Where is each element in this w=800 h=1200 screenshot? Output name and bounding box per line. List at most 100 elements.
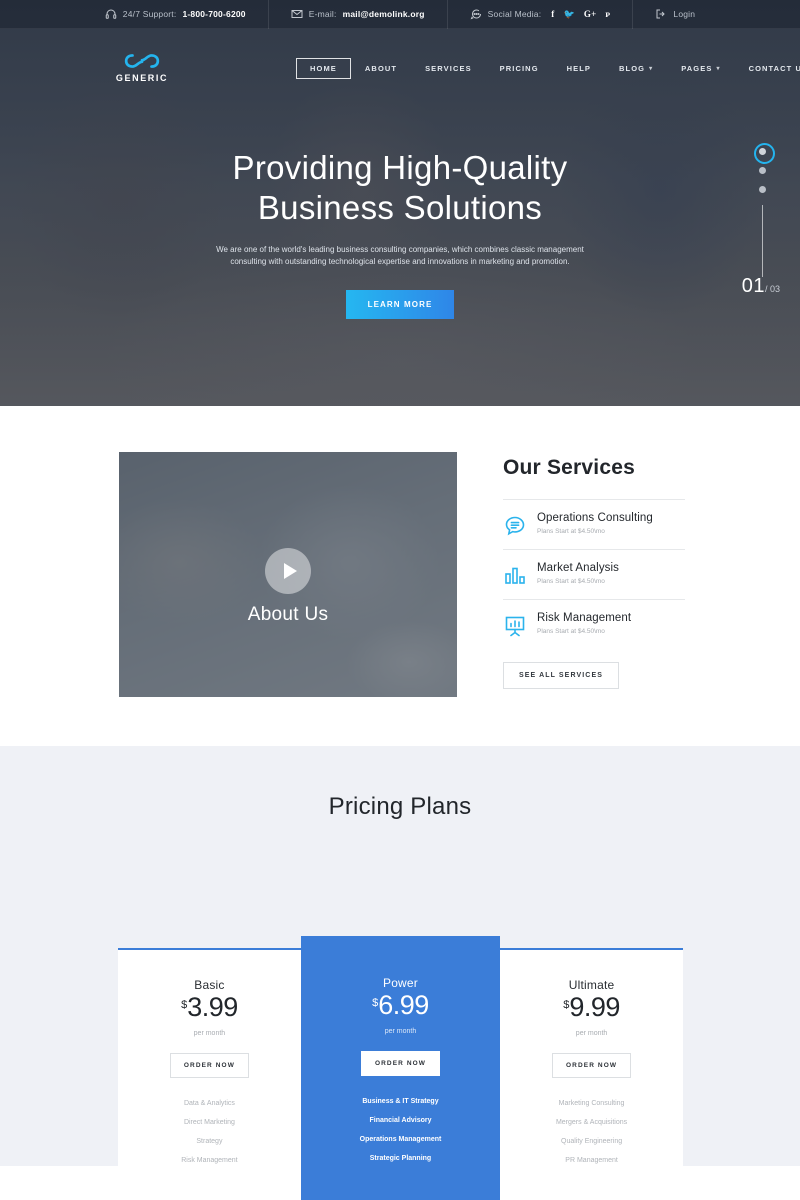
plan-currency: $ [563, 998, 570, 1011]
nav-label: PAGES [681, 64, 713, 73]
service-name: Market Analysis [537, 562, 620, 574]
about-us-video-card[interactable]: About Us [119, 452, 457, 697]
facebook-icon[interactable]: f [551, 9, 554, 19]
login-label: Login [673, 9, 696, 19]
presentation-board-icon [503, 614, 527, 638]
page-root: 24/7 Support: 1-800-700-6200 E-mail: mai… [0, 0, 800, 1200]
services-title: Our Services [503, 456, 635, 479]
chat-bubble-icon [503, 514, 527, 538]
plan-price: $3.99 [132, 994, 287, 1021]
pinterest-icon[interactable]: ᴩ [605, 9, 610, 19]
nav-item-blog[interactable]: BLOG ▾ [605, 58, 667, 79]
chevron-down-icon: ▾ [649, 66, 654, 72]
see-all-services-button[interactable]: SEE ALL SERVICES [503, 662, 619, 689]
plan-price: $6.99 [315, 992, 486, 1019]
services-section: About Us Our Services Operations Consult… [0, 406, 800, 884]
plan-period: per month [384, 1028, 417, 1035]
plan-feature: Data & Analytics [183, 1100, 235, 1107]
slider-dot-3[interactable] [759, 186, 766, 193]
plan-feature: Marketing Consulting [558, 1100, 625, 1107]
service-subtitle: Plans Start at $4.50\mo [537, 578, 605, 585]
service-item-risk-management[interactable]: Risk Management Plans Start at $4.50\mo [503, 599, 685, 649]
pricing-card-ultimate: Ultimate $9.99 per month ORDER NOW Marke… [500, 948, 683, 1200]
service-subtitle: Plans Start at $4.50\mo [537, 528, 605, 535]
pricing-plans: Basic $3.99 per month ORDER NOW Data & A… [118, 936, 683, 1200]
nav-item-services[interactable]: SERVICES [411, 58, 486, 79]
learn-more-button[interactable]: LEARN MORE [345, 290, 455, 319]
support-label: 24/7 Support: [122, 9, 177, 19]
play-icon [283, 563, 297, 579]
slider-progress-line [762, 205, 763, 277]
slide-current: 01 [741, 275, 765, 297]
service-item-operations-consulting[interactable]: Operations Consulting Plans Start at $4.… [503, 499, 685, 549]
headphones-icon [105, 8, 117, 20]
google-plus-icon[interactable]: G+ [584, 9, 597, 19]
play-button[interactable] [265, 548, 311, 594]
services-column: Our Services Operations Consulting Plans… [503, 456, 685, 689]
plan-name: Basic [194, 978, 225, 992]
plan-amount: 9.99 [569, 992, 620, 1022]
plan-feature: Direct Marketing [183, 1119, 235, 1126]
main-navigation: HOME ABOUT SERVICES PRICING HELP BLOG ▾ … [296, 58, 800, 79]
infinity-logo-icon [123, 50, 161, 72]
nav-label: PRICING [499, 64, 539, 73]
email-info: E-mail: mail@demolink.org [267, 0, 447, 29]
plan-amount: 3.99 [187, 992, 238, 1022]
pricing-section: Pricing Plans Basic $3.99 per month ORDE… [0, 746, 800, 1200]
support-info: 24/7 Support: 1-800-700-6200 [83, 0, 268, 29]
nav-label: HOME [310, 64, 337, 73]
nav-item-home[interactable]: HOME [296, 58, 351, 79]
plan-feature: Quality Engineering [561, 1138, 623, 1145]
plan-amount: 6.99 [378, 990, 429, 1020]
plan-features: Marketing Consulting Mergers & Acquisiti… [514, 1094, 669, 1170]
pricing-card-power: Power $6.99 per month ORDER NOW Business… [300, 936, 501, 1200]
top-utility-bar: 24/7 Support: 1-800-700-6200 E-mail: mai… [0, 0, 800, 29]
email-address[interactable]: mail@demolink.org [343, 9, 425, 19]
order-now-button[interactable]: ORDER NOW [552, 1053, 632, 1078]
services-list: Operations Consulting Plans Start at $4.… [503, 499, 685, 649]
nav-item-pages[interactable]: PAGES ▾ [667, 58, 734, 79]
plan-feature: Mergers & Acquisitions [555, 1119, 628, 1126]
support-phone[interactable]: 1-800-700-6200 [182, 9, 245, 19]
twitter-icon[interactable]: 🐦 [563, 9, 574, 19]
service-name: Risk Management [537, 612, 632, 624]
plan-feature: Financial Advisory [369, 1117, 432, 1124]
plan-name: Power [382, 976, 418, 990]
nav-item-about[interactable]: ABOUT [351, 58, 411, 79]
brand-name: GENERIC [115, 73, 169, 83]
plan-feature: Operations Management [359, 1136, 442, 1143]
slider-pagination [754, 143, 775, 277]
slider-dot-2[interactable] [759, 167, 766, 174]
bar-chart-icon [503, 564, 527, 588]
nav-label: ABOUT [364, 64, 398, 73]
slider-counter: 01/ 03 [742, 275, 780, 298]
hero-subtitle: We are one of the world's leading busine… [216, 245, 584, 266]
order-now-button[interactable]: ORDER NOW [360, 1051, 441, 1076]
plan-feature: Strategy [196, 1138, 223, 1145]
pricing-card-basic: Basic $3.99 per month ORDER NOW Data & A… [118, 948, 301, 1200]
slider-dot-1[interactable] [754, 143, 775, 164]
order-now-button[interactable]: ORDER NOW [169, 1053, 249, 1078]
nav-item-contact-us[interactable]: CONTACT US [735, 58, 800, 79]
chat-bubble-icon [470, 8, 482, 20]
pricing-title: Pricing Plans [328, 793, 472, 820]
hero-section: 24/7 Support: 1-800-700-6200 E-mail: mai… [0, 0, 800, 406]
plan-features: Business & IT Strategy Financial Advisor… [315, 1092, 486, 1168]
hero-title-line-1: Providing High-Quality [232, 149, 568, 186]
plan-features: Data & Analytics Direct Marketing Strate… [132, 1094, 287, 1170]
plan-price: $9.99 [514, 994, 669, 1021]
social-label: Social Media: [487, 9, 542, 19]
brand-logo[interactable]: GENERIC [112, 50, 172, 83]
service-item-market-analysis[interactable]: Market Analysis Plans Start at $4.50\mo [503, 549, 685, 599]
plan-name: Ultimate [568, 978, 615, 992]
plan-period: per month [575, 1030, 608, 1037]
nav-item-help[interactable]: HELP [553, 58, 605, 79]
chevron-down-icon: ▾ [716, 66, 721, 72]
plan-period: per month [193, 1030, 226, 1037]
plan-feature: Business & IT Strategy [362, 1098, 439, 1105]
nav-label: BLOG [619, 64, 646, 73]
nav-label: SERVICES [425, 64, 472, 73]
login-link[interactable]: Login [632, 0, 717, 29]
nav-item-pricing[interactable]: PRICING [486, 58, 553, 79]
plan-currency: $ [372, 996, 379, 1009]
